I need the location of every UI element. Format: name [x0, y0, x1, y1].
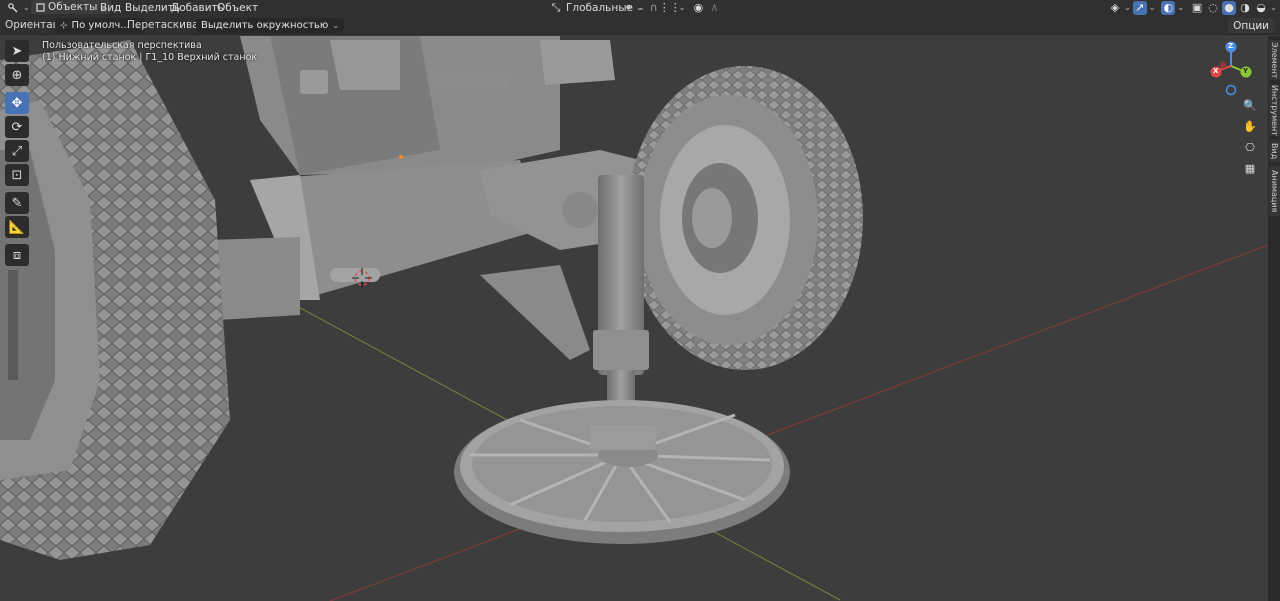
wireframe-shading-icon[interactable]: ◌: [1206, 1, 1220, 15]
menu-object-label: Объект: [217, 1, 259, 14]
falloff-icon[interactable]: ∧: [707, 1, 721, 15]
mode-label: Объекты: [48, 1, 98, 13]
gizmo-z-label: Z: [1228, 42, 1234, 50]
add-cube-icon: ⧈: [12, 247, 22, 263]
chevron-down-icon[interactable]: ⌄: [679, 3, 686, 12]
sidebar-tabs: Элемент Инструмент Вид Анимация: [1268, 36, 1280, 601]
chevron-down-icon: ⌄: [23, 3, 30, 12]
ruler-icon: 📐: [8, 219, 26, 235]
chevron-down-icon[interactable]: ⌄: [1177, 3, 1184, 12]
tool-annotate[interactable]: ✎: [5, 192, 29, 214]
view3d-icon: [6, 1, 20, 15]
options-label: Опции: [1233, 19, 1269, 32]
gizmo-axes-icon: ⊹: [60, 20, 68, 31]
overlays-icon[interactable]: ◐: [1161, 0, 1176, 15]
crosshair-icon: ⊕: [11, 67, 23, 83]
chevron-down-icon[interactable]: ⌄: [638, 3, 645, 12]
perspective-toggle-button[interactable]: ▦: [1241, 159, 1259, 177]
menu-view-label: Вид: [100, 1, 122, 14]
view-name: Пользовательская перспектива: [42, 40, 202, 51]
link-icon[interactable]: ⚭: [622, 1, 636, 15]
rotate-icon: ⟳: [11, 119, 23, 135]
drag-value: Выделить окружностью: [201, 20, 329, 31]
object-mode-icon: [35, 0, 45, 14]
tab-animation[interactable]: Анимация: [1269, 166, 1280, 216]
axis-icon: ⤡: [551, 0, 561, 14]
camera-icon: ⎔: [1245, 140, 1255, 154]
scene-render[interactable]: [0, 36, 1268, 601]
object-origin-dot: [399, 155, 403, 159]
solid-shading-icon[interactable]: ●: [1222, 0, 1237, 15]
zoom-button[interactable]: 🔍: [1241, 96, 1259, 114]
annotate-icon: ✎: [11, 195, 23, 211]
material-shading-icon[interactable]: ◑: [1238, 1, 1252, 15]
toolbar: ➤ ⊕ ✥ ⟳ ⤢ ⊡ ✎ 📐 ⧈: [5, 40, 31, 268]
tab-item[interactable]: Элемент: [1269, 40, 1280, 80]
move-icon: ✥: [11, 95, 23, 111]
cursor-arrow-icon: ➤: [11, 43, 23, 59]
menu-add-label: Добавить: [171, 1, 224, 14]
rendered-shading-icon[interactable]: ◒: [1254, 1, 1268, 15]
editor-type-button[interactable]: ⌄: [6, 0, 30, 15]
zoom-icon: 🔍: [1243, 98, 1257, 112]
hand-icon: ✋: [1243, 119, 1257, 133]
pivot-group: ⚭ ⌄ ∩ ⋮⋮ ⌄ ◉ ∧: [622, 0, 721, 15]
gizmo-toggle-icon[interactable]: ↗: [1132, 0, 1147, 15]
camera-view-button[interactable]: ⎔: [1241, 138, 1259, 156]
orientation-value: По умолч...: [71, 20, 130, 31]
snap-target-icon[interactable]: ⋮⋮: [659, 1, 681, 15]
tool-rotate[interactable]: ⟳: [5, 116, 29, 138]
3d-viewport[interactable]: Пользовательская перспектива (1) Нижний …: [0, 36, 1268, 601]
menu-object[interactable]: Объект: [217, 0, 258, 15]
tool-move[interactable]: ✥: [5, 92, 29, 114]
gizmo-x-label: X: [1213, 67, 1219, 75]
transform-icon: ⊡: [11, 167, 23, 183]
chevron-down-icon[interactable]: ⌄: [1270, 3, 1277, 12]
grid-icon: ▦: [1244, 161, 1256, 175]
menu-add[interactable]: Добавить: [171, 0, 224, 15]
viewport-header: ⌄ Объекты ⌄ Вид Выделить Добавить Объект…: [0, 0, 1280, 15]
visibility-group: ◈ ⌄ ↗ ⌄ ◐ ⌄ ▣ ◌ ● ◑ ◒ ⌄: [1108, 0, 1277, 15]
chevron-down-icon[interactable]: ⌄: [1124, 3, 1131, 12]
pan-button[interactable]: ✋: [1241, 117, 1259, 135]
tool-cursor[interactable]: ⊕: [5, 64, 29, 86]
tool-add-cube[interactable]: ⧈: [5, 244, 29, 266]
tab-tool[interactable]: Инструмент: [1269, 84, 1280, 136]
tab-view[interactable]: Вид: [1269, 140, 1280, 162]
visibility-icon[interactable]: ◈: [1108, 1, 1122, 15]
menu-view[interactable]: Вид: [100, 0, 121, 15]
scale-icon: ⤢: [11, 143, 23, 159]
options-button[interactable]: Опции: [1228, 18, 1274, 33]
drag-dropdown[interactable]: Выделить окружностью ⌄: [196, 18, 345, 33]
xray-icon[interactable]: ▣: [1190, 1, 1204, 15]
tool-measure[interactable]: 📐: [5, 216, 29, 238]
tool-scale[interactable]: ⤢: [5, 140, 29, 162]
chevron-down-icon[interactable]: ⌄: [1149, 3, 1156, 12]
proportional-edit-icon[interactable]: ◉: [691, 1, 705, 15]
gizmo-y-label: Y: [1243, 67, 1249, 75]
chevron-down-icon: ⌄: [332, 21, 340, 30]
tool-transform[interactable]: ⊡: [5, 164, 29, 186]
collection-info: (1) Нижний станок | Г1_10 Верхний станок: [42, 52, 258, 63]
tool-select-box[interactable]: ➤: [5, 40, 29, 62]
